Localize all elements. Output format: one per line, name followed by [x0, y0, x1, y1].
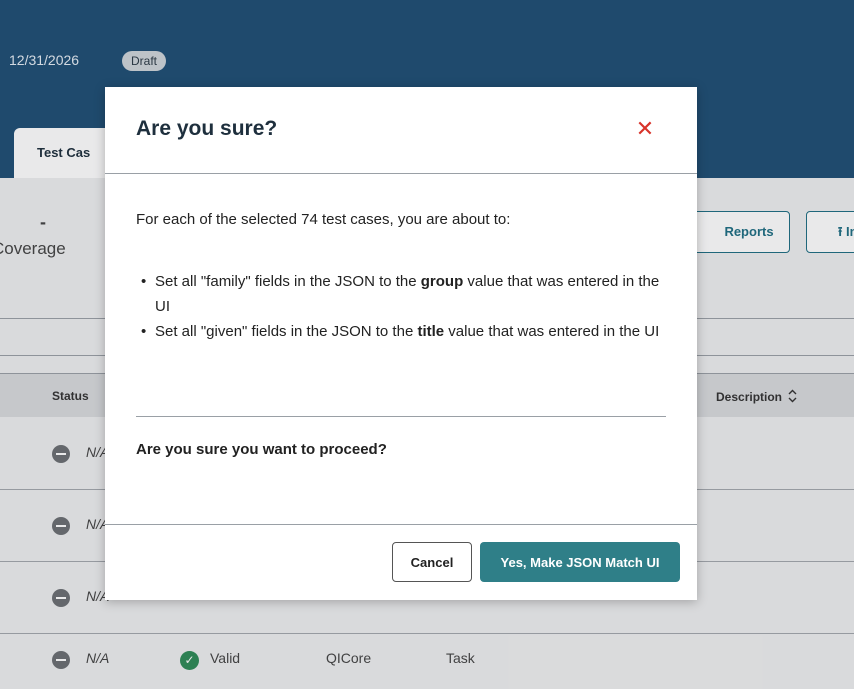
confirm-button[interactable]: Yes, Make JSON Match UI [480, 542, 680, 582]
list-item: Set all "family" fields in the JSON to t… [136, 269, 676, 319]
close-icon[interactable]: ✕ [633, 117, 657, 141]
intro-suffix: test cases, you are about to: [317, 211, 511, 228]
intro-prefix: For each of the selected [136, 211, 302, 228]
confirmation-dialog: Are you sure? ✕ For each of the selected… [105, 87, 697, 600]
list-item: Set all "given" fields in the JSON to th… [136, 319, 676, 344]
bullet-text: Set all "family" fields in the JSON to t… [155, 273, 421, 290]
divider [105, 173, 697, 174]
dialog-title: Are you sure? [136, 117, 278, 140]
cancel-button[interactable]: Cancel [392, 542, 472, 582]
bullet-text: Set all "given" fields in the JSON to th… [155, 323, 418, 340]
selected-count: 74 [301, 211, 318, 228]
dialog-intro: For each of the selected 74 test cases, … [136, 211, 510, 228]
divider [105, 524, 697, 525]
confirm-question: Are you sure you want to proceed? [136, 441, 387, 458]
bullet-emphasis: group [420, 273, 464, 290]
bullet-text: value that was entered in the UI [444, 323, 660, 340]
action-list: Set all "family" fields in the JSON to t… [136, 269, 676, 344]
bullet-emphasis: title [417, 323, 445, 340]
divider [136, 416, 666, 417]
